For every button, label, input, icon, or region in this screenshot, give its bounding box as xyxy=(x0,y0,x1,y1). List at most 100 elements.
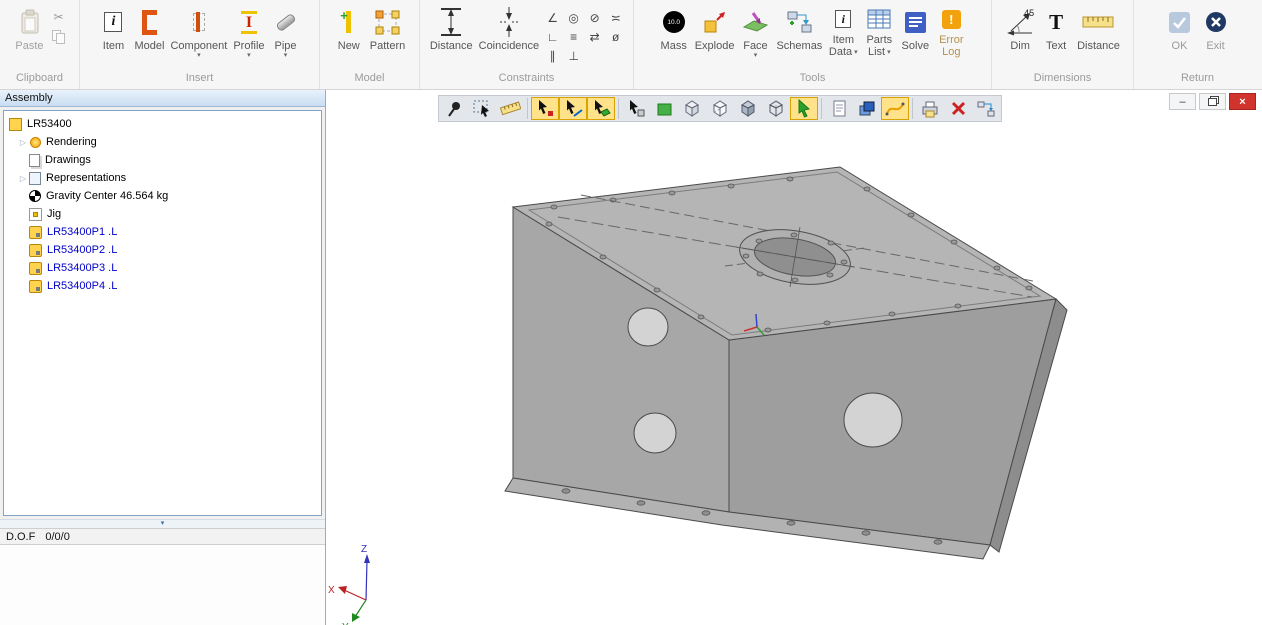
close-button[interactable]: × xyxy=(1229,93,1256,110)
green-cursor-icon xyxy=(794,99,814,119)
item-data-dropdown-caret[interactable]: ▾ xyxy=(854,49,858,56)
solve-button[interactable]: Solve xyxy=(897,3,933,52)
solid-filter-button[interactable] xyxy=(622,97,650,120)
tree-item-part-1[interactable]: LR53400P1 .L xyxy=(4,223,321,241)
pin-button[interactable] xyxy=(440,97,468,120)
concentric-constraint-button[interactable]: ◎ xyxy=(568,11,578,25)
minimize-button[interactable]: – xyxy=(1169,93,1196,110)
panel-splitter[interactable]: ▾ xyxy=(0,519,325,528)
text-button[interactable]: T Text xyxy=(1038,3,1074,52)
profile-button[interactable]: I Profile ▾ xyxy=(230,3,267,59)
tree-item-part-2[interactable]: LR53400P2 .L xyxy=(4,241,321,259)
paste-button[interactable]: Paste xyxy=(12,3,48,52)
exit-button[interactable]: Exit xyxy=(1198,3,1234,52)
distance-dimension-button[interactable]: Distance xyxy=(1074,3,1123,52)
copy-button[interactable] xyxy=(50,29,68,45)
ribbon-group-clipboard: Paste ✂ Clipboard xyxy=(0,0,80,89)
item-button[interactable]: i Item xyxy=(95,3,131,52)
vertex-filter-button[interactable] xyxy=(531,97,559,120)
measure-button[interactable] xyxy=(496,97,524,120)
layers-button[interactable] xyxy=(853,97,881,120)
viewport-3d[interactable]: Z X Y xyxy=(326,90,1262,625)
parts-list-button[interactable]: Parts List▾ xyxy=(861,3,897,58)
cut-button[interactable]: ✂ xyxy=(50,9,68,25)
print-button[interactable] xyxy=(916,97,944,120)
item-data-button[interactable]: i Item Data▾ xyxy=(825,3,861,58)
tree-item-drawings[interactable]: Drawings xyxy=(4,151,321,169)
tree-item-rendering[interactable]: ▷ Rendering xyxy=(4,133,321,151)
explode-button[interactable]: Explode xyxy=(692,3,738,52)
tree-item-gravity-center[interactable]: Gravity Center 46.564 kg xyxy=(4,187,321,205)
solve-icon xyxy=(905,4,926,40)
pipe-dropdown-caret[interactable]: ▾ xyxy=(284,52,288,59)
delete-button[interactable] xyxy=(944,97,972,120)
pipe-icon xyxy=(275,12,296,31)
curve-mode-button[interactable] xyxy=(881,97,909,120)
frame-select-button[interactable] xyxy=(468,97,496,120)
view-box-wireframe-button[interactable] xyxy=(762,97,790,120)
error-log-button[interactable]: ! Error Log xyxy=(933,3,969,58)
distance-constraint-icon xyxy=(438,4,464,40)
dim-button[interactable]: 45 Dim xyxy=(1002,3,1038,52)
3d-model[interactable]: Z X Y xyxy=(326,90,1262,625)
document-button[interactable] xyxy=(825,97,853,120)
angle-constraint-button[interactable]: ∠ xyxy=(547,11,558,25)
box-wireframe-icon xyxy=(766,99,786,118)
schema-link-button[interactable] xyxy=(972,97,1000,120)
edge-filter-button[interactable] xyxy=(559,97,587,120)
parts-list-dropdown-caret[interactable]: ▾ xyxy=(887,49,891,56)
group-label-clipboard: Clipboard xyxy=(0,72,79,89)
model-button[interactable]: Model xyxy=(131,3,167,52)
face-mode-button[interactable] xyxy=(650,97,678,120)
distance-constraint-button[interactable]: Distance xyxy=(427,3,476,52)
mass-button[interactable]: 10.0 Mass xyxy=(656,3,692,52)
view-box-hidden-button[interactable] xyxy=(706,97,734,120)
schemas-button[interactable]: Schemas xyxy=(773,3,825,52)
pick-mode-button[interactable] xyxy=(790,97,818,120)
expander-icon[interactable]: ▷ xyxy=(17,138,29,147)
group-label-insert: Insert xyxy=(80,72,319,89)
collinear-constraint-button[interactable]: ∥ xyxy=(550,49,556,63)
pattern-button[interactable]: Pattern xyxy=(367,3,408,52)
tree-item-part-3[interactable]: LR53400P3 .L xyxy=(4,259,321,277)
tree-item-part-4[interactable]: LR53400P4 .L xyxy=(4,277,321,295)
view-box-shaded-button[interactable] xyxy=(734,97,762,120)
part-icon xyxy=(29,280,42,293)
restore-button[interactable] xyxy=(1199,93,1226,110)
constraint-mini-grid: ∠ ◎ ⊘ ≍ ∟ ≡ ⇄ ø ∥ ⊥ xyxy=(542,3,626,65)
perpendicular-constraint-button[interactable]: ∟ xyxy=(547,30,559,44)
tree-item-representations[interactable]: ▷ Representations xyxy=(4,169,321,187)
mass-icon: 10.0 xyxy=(663,11,685,33)
component-dropdown-caret[interactable]: ▾ xyxy=(197,52,201,59)
ribbon-group-return: OK Exit Return xyxy=(1134,0,1261,89)
new-button[interactable]: + New xyxy=(331,3,367,52)
splitter-arrow-icon: ▾ xyxy=(161,520,165,527)
symmetric-constraint-button[interactable]: ≍ xyxy=(611,11,621,25)
view-box-outline-button[interactable] xyxy=(678,97,706,120)
tree-item-root[interactable]: LR53400 xyxy=(4,115,321,133)
measure-icon xyxy=(500,99,521,118)
gravity-center-icon xyxy=(29,190,41,202)
coincidence-constraint-button[interactable]: Coincidence xyxy=(476,3,543,52)
diameter-constraint-button[interactable]: ø xyxy=(612,30,619,44)
minimize-icon: – xyxy=(1179,96,1185,108)
assembly-panel: Assembly LR53400 ▷ Rendering Drawings xyxy=(0,90,326,625)
parallel-lines-constraint-button[interactable]: ≡ xyxy=(570,30,577,44)
close-icon: × xyxy=(1239,96,1245,108)
schemas-icon xyxy=(786,4,813,40)
tangent-constraint-button[interactable]: ⊘ xyxy=(590,11,600,25)
profile-dropdown-caret[interactable]: ▾ xyxy=(247,52,251,59)
tree-item-jig[interactable]: Jig xyxy=(4,205,321,223)
viewport-toolbar xyxy=(438,95,1002,122)
window-controls: – × xyxy=(1169,93,1256,110)
pipe-button[interactable]: Pipe ▾ xyxy=(268,3,304,59)
expander-icon[interactable]: ▷ xyxy=(17,174,29,183)
new-model-icon: + xyxy=(346,16,351,28)
face-button[interactable]: Face ▾ xyxy=(737,3,773,59)
ok-button[interactable]: OK xyxy=(1162,3,1198,52)
face-filter-button[interactable] xyxy=(587,97,615,120)
normal-constraint-button[interactable]: ⊥ xyxy=(568,49,578,63)
reverse-constraint-button[interactable]: ⇄ xyxy=(590,30,600,44)
component-button[interactable]: Component ▾ xyxy=(167,3,230,59)
face-dropdown-caret[interactable]: ▾ xyxy=(754,52,758,59)
